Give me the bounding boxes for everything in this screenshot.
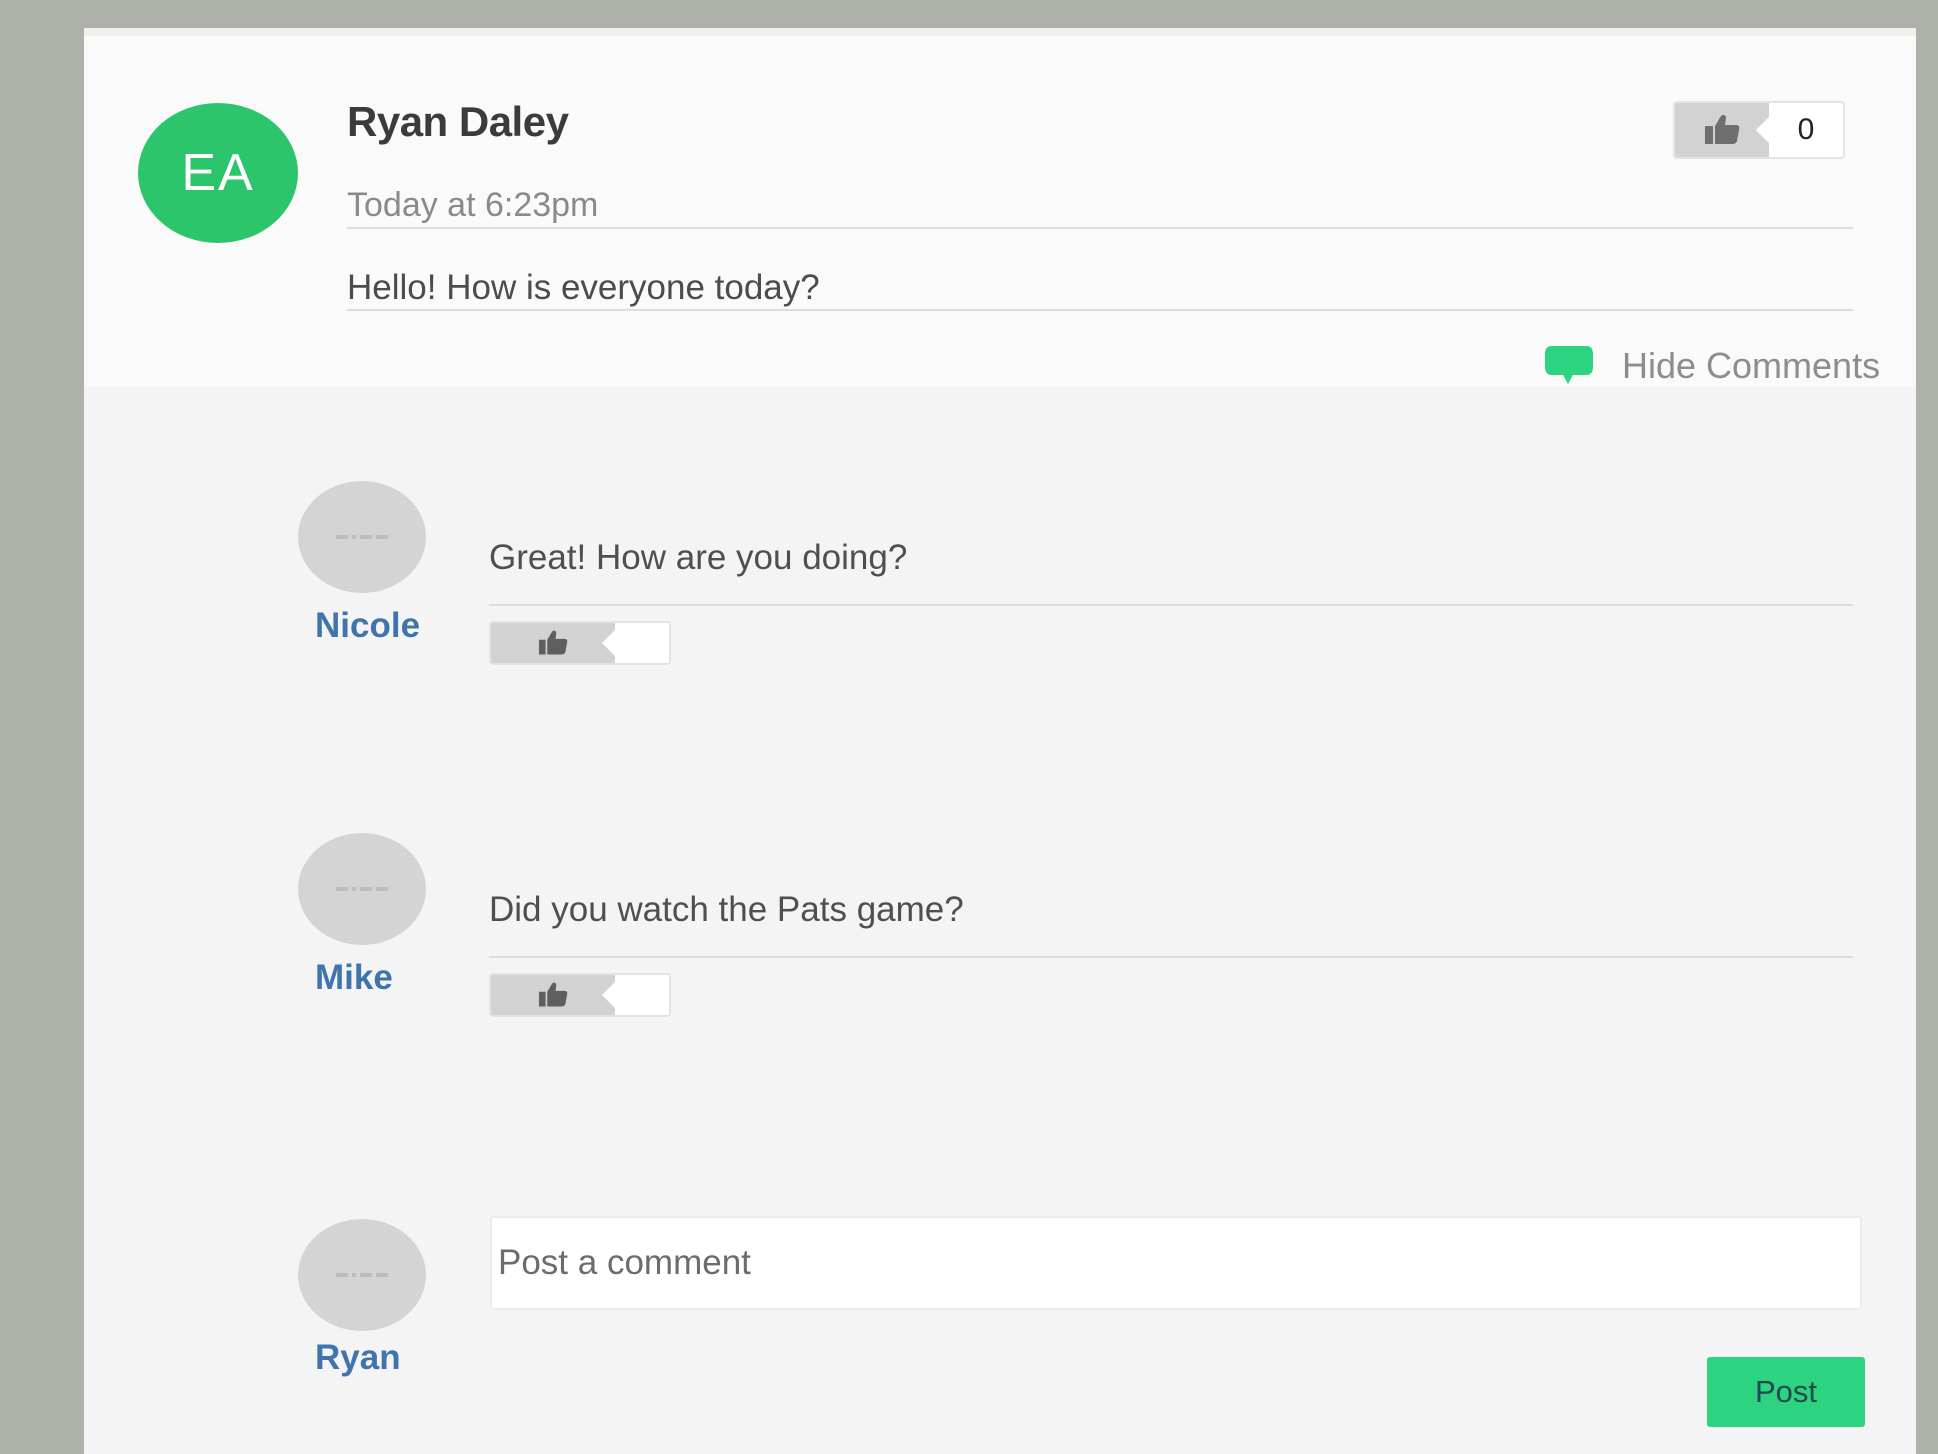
composer-author-name[interactable]: Ryan: [315, 1338, 401, 1378]
avatar: [298, 1219, 426, 1331]
avatar: [298, 481, 426, 593]
post-button[interactable]: Post: [1707, 1357, 1865, 1427]
hide-comments-label: Hide Comments: [1622, 345, 1881, 386]
post-header-section: EA Ryan Daley Today at 6:23pm Hello! How…: [84, 28, 1916, 387]
comment-like-button[interactable]: [489, 621, 671, 665]
avatar: [298, 833, 426, 945]
comment-text: Did you watch the Pats game?: [489, 890, 964, 929]
divider: [347, 309, 1853, 311]
post-like-count: 0: [1769, 103, 1843, 157]
comment-like-button[interactable]: [489, 973, 671, 1017]
post-card: EA Ryan Daley Today at 6:23pm Hello! How…: [84, 28, 1916, 1454]
divider: [489, 956, 1853, 958]
comment-author-name[interactable]: Mike: [315, 958, 393, 998]
author-avatar: EA: [138, 103, 298, 243]
comment-input[interactable]: [490, 1216, 1862, 1310]
post-body: Hello! How is everyone today?: [347, 268, 820, 307]
comment-like-count: [615, 975, 669, 1015]
thumbs-up-icon: [491, 623, 615, 663]
comment-text: Great! How are you doing?: [489, 538, 908, 577]
post-like-button[interactable]: 0: [1673, 101, 1845, 159]
hide-comments-toggle[interactable]: Hide Comments: [1544, 341, 1880, 391]
speech-bubble-icon: [1545, 346, 1593, 384]
divider: [489, 604, 1853, 606]
thumbs-up-icon: [491, 975, 615, 1015]
post-timestamp: Today at 6:23pm: [347, 186, 599, 224]
comment-author-name[interactable]: Nicole: [315, 606, 420, 646]
divider: [347, 227, 1853, 229]
thumbs-up-icon: [1675, 103, 1769, 157]
post-author-name[interactable]: Ryan Daley: [347, 98, 569, 146]
comment-like-count: [615, 623, 669, 663]
